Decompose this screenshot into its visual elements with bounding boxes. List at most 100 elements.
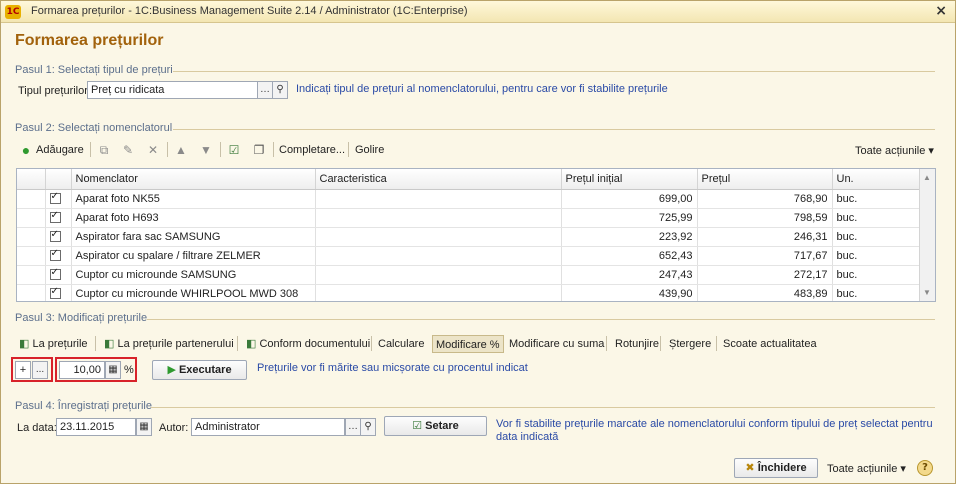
move-up-icon[interactable]: ▲	[174, 143, 188, 157]
checkbox-checked-icon[interactable]	[49, 191, 61, 205]
highlight-box	[11, 357, 53, 382]
cell-unit[interactable]: buc.	[832, 265, 921, 285]
row-checkbox[interactable]	[45, 227, 72, 247]
column-header-unit[interactable]: Un.	[832, 169, 921, 190]
tab-la-preturile-partenerului[interactable]: ◧ La prețurile partenerului	[101, 335, 237, 353]
cell-price[interactable]: 768,90	[697, 189, 833, 209]
checkbox-checked-icon[interactable]	[49, 210, 61, 224]
table-row[interactable]: Aspirator cu spalare / filtrare ZELMER 6…	[17, 246, 921, 266]
table-row[interactable]: Aparat foto NK55 699,00 768,90 buc.	[17, 189, 921, 209]
cell-initial-price[interactable]: 725,99	[561, 208, 698, 228]
cell-price[interactable]: 483,89	[697, 284, 833, 301]
toolbar-separator	[348, 142, 349, 157]
price-type-search-icon[interactable]: ⚲	[272, 81, 288, 99]
percent-hint: Prețurile vor fi mărite sau micșorate cu…	[257, 362, 528, 374]
table-scrollbar[interactable]: ▲ ▼	[919, 169, 935, 301]
execute-button[interactable]: ▶ Executare	[152, 360, 247, 380]
cell-nomenclator[interactable]: Cuptor cu microunde WHIRLPOOL MWD 308	[71, 284, 316, 301]
cell-unit[interactable]: buc.	[832, 284, 921, 301]
main-window: 1C Formarea prețurilor - 1C:Business Man…	[0, 0, 956, 484]
close-label: Închidere	[757, 462, 807, 474]
cell-characteristic[interactable]	[315, 227, 562, 247]
cell-initial-price[interactable]: 699,00	[561, 189, 698, 209]
toolbar-separator	[167, 142, 168, 157]
close-button[interactable]: ✖ Închidere	[734, 458, 818, 478]
cell-characteristic[interactable]	[315, 189, 562, 209]
cell-initial-price[interactable]: 223,92	[561, 227, 698, 247]
cell-characteristic[interactable]	[315, 284, 562, 301]
row-checkbox[interactable]	[45, 208, 72, 228]
cell-unit[interactable]: buc.	[832, 208, 921, 228]
table-row[interactable]: Aparat foto H693 725,99 798,59 buc.	[17, 208, 921, 228]
table-row[interactable]: Cuptor cu microunde WHIRLPOOL MWD 308 43…	[17, 284, 921, 301]
add-icon[interactable]: ●	[19, 143, 33, 157]
cell-price[interactable]: 246,31	[697, 227, 833, 247]
row-checkbox[interactable]	[45, 284, 72, 301]
scroll-down-icon[interactable]: ▼	[923, 288, 931, 297]
scroll-up-icon[interactable]: ▲	[923, 173, 931, 182]
cell-nomenclator[interactable]: Aparat foto NK55	[71, 189, 316, 209]
cell-nomenclator[interactable]: Aspirator cu spalare / filtrare ZELMER	[71, 246, 316, 266]
checkbox-checked-icon[interactable]	[49, 229, 61, 243]
cell-characteristic[interactable]	[315, 208, 562, 228]
tab-separator	[716, 336, 717, 351]
author-input[interactable]: Administrator	[191, 418, 345, 436]
delete-icon[interactable]: ✕	[146, 143, 160, 157]
footer-all-actions-menu[interactable]: Toate acțiunile ▾	[827, 462, 906, 475]
set-button[interactable]: ☑ Setare	[384, 416, 487, 436]
cell-initial-price[interactable]: 439,90	[561, 284, 698, 301]
tab-conform-documentului[interactable]: ◧ Conform documentului	[243, 335, 373, 353]
tab-la-preturile[interactable]: ◧ La prețurile	[16, 335, 91, 353]
column-header-characteristic[interactable]: Caracteristica	[315, 169, 562, 190]
move-down-icon[interactable]: ▼	[199, 143, 213, 157]
cell-price[interactable]: 717,67	[697, 246, 833, 266]
column-header-nomenclator[interactable]: Nomenclator	[71, 169, 316, 190]
copy-icon[interactable]: ⧉	[97, 143, 111, 157]
date-input[interactable]: 23.11.2015	[56, 418, 136, 436]
add-button[interactable]: Adăugare	[36, 144, 84, 156]
table-row[interactable]: Aspirator fara sac SAMSUNG 223,92 246,31…	[17, 227, 921, 247]
column-header-price[interactable]: Prețul	[697, 169, 833, 190]
close-window-icon[interactable]: ×	[935, 3, 947, 19]
complete-button[interactable]: Completare...	[279, 144, 345, 156]
column-header-initial-price[interactable]: Prețul inițial	[561, 169, 698, 190]
checkbox-checked-icon[interactable]	[49, 248, 61, 262]
cell-initial-price[interactable]: 247,43	[561, 265, 698, 285]
cell-characteristic[interactable]	[315, 246, 562, 266]
uncheck-all-icon[interactable]: ❐	[252, 143, 266, 157]
row-marker	[17, 246, 46, 266]
tab-calculare[interactable]: Calculare	[375, 335, 427, 353]
row-checkbox[interactable]	[45, 246, 72, 266]
cell-unit[interactable]: buc.	[832, 246, 921, 266]
cell-nomenclator[interactable]: Aspirator fara sac SAMSUNG	[71, 227, 316, 247]
table-row[interactable]: Cuptor cu microunde SAMSUNG 247,43 272,1…	[17, 265, 921, 285]
checkbox-checked-icon[interactable]	[49, 286, 61, 300]
cell-nomenclator[interactable]: Cuptor cu microunde SAMSUNG	[71, 265, 316, 285]
author-search-icon[interactable]: ⚲	[360, 418, 376, 436]
checkbox-checked-icon[interactable]	[49, 267, 61, 281]
tab-rotunjire[interactable]: Rotunjire	[612, 335, 662, 353]
tab-stergere[interactable]: Ștergere	[666, 335, 714, 353]
cell-unit[interactable]: buc.	[832, 189, 921, 209]
author-select-button[interactable]: …	[345, 418, 361, 436]
price-type-input[interactable]: Preț cu ridicata	[87, 81, 258, 99]
tab-scoate-actualitatea[interactable]: Scoate actualitatea	[720, 335, 820, 353]
cell-initial-price[interactable]: 652,43	[561, 246, 698, 266]
calendar-icon[interactable]: ▦	[136, 418, 152, 436]
cell-unit[interactable]: buc.	[832, 227, 921, 247]
cell-nomenclator[interactable]: Aparat foto H693	[71, 208, 316, 228]
price-type-select-button[interactable]: …	[257, 81, 273, 99]
tab-modificare-procent[interactable]: Modificare %	[432, 335, 504, 353]
help-icon[interactable]: ?	[917, 460, 933, 476]
cell-price[interactable]: 272,17	[697, 265, 833, 285]
cell-characteristic[interactable]	[315, 265, 562, 285]
tab-modificare-cu-suma[interactable]: Modificare cu suma	[506, 335, 607, 353]
row-checkbox[interactable]	[45, 265, 72, 285]
all-actions-menu[interactable]: Toate acțiunile ▾	[855, 144, 934, 157]
clear-button[interactable]: Golire	[355, 144, 384, 156]
tab-label: La prețurile partenerului	[117, 338, 234, 350]
row-checkbox[interactable]	[45, 189, 72, 209]
cell-price[interactable]: 798,59	[697, 208, 833, 228]
edit-icon[interactable]: ✎	[121, 143, 135, 157]
check-all-icon[interactable]: ☑	[227, 143, 241, 157]
